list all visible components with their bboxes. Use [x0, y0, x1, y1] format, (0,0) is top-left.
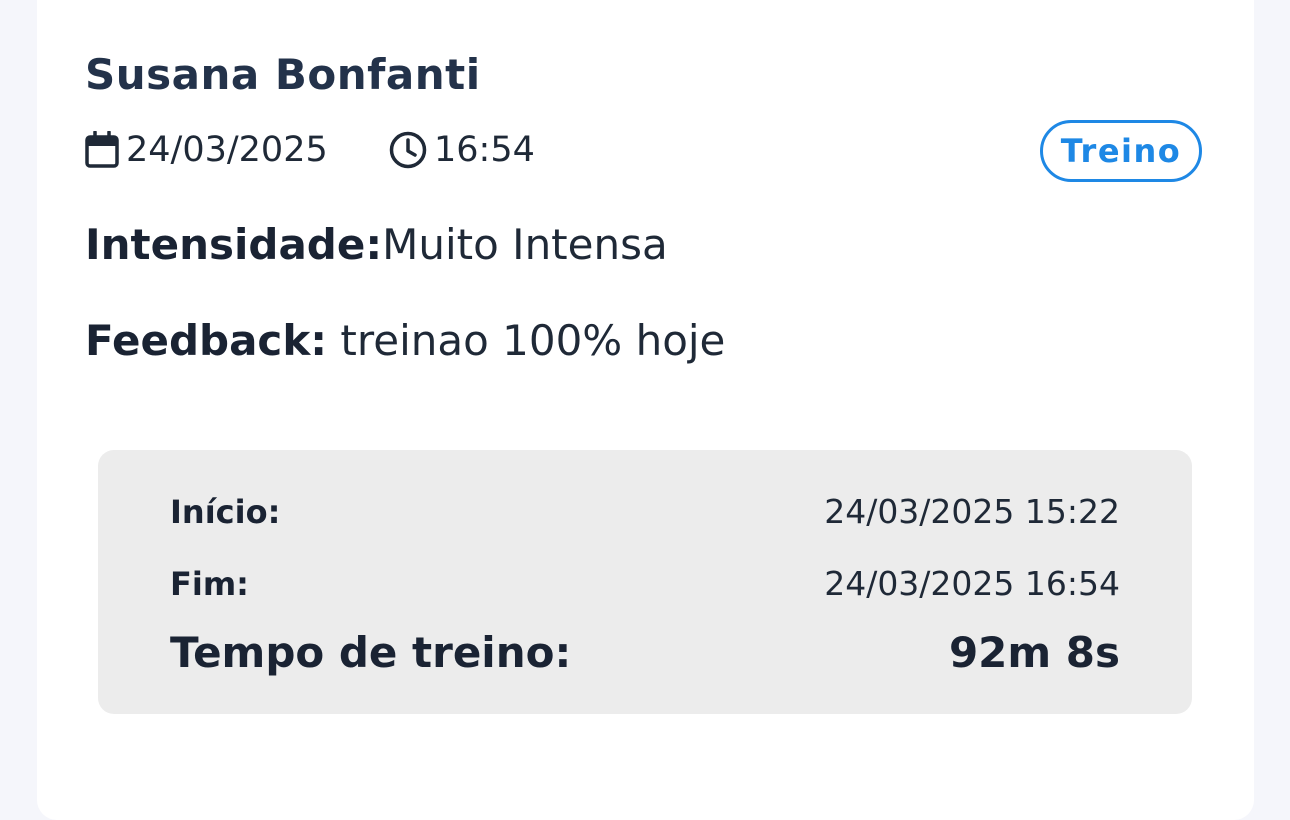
start-value: 24/03/2025 15:22 [824, 492, 1120, 531]
end-label: Fim: [170, 565, 249, 603]
activity-type-badge: Treino [1040, 120, 1202, 182]
training-summary-box: Início: 24/03/2025 15:22 Fim: 24/03/2025… [98, 450, 1192, 714]
athlete-name: Susana Bonfanti [85, 50, 481, 99]
clock-icon [389, 131, 427, 169]
feedback-value: treinao 100% hoje [340, 316, 726, 365]
date-text: 24/03/2025 [126, 130, 328, 170]
duration-value: 92m 8s [948, 628, 1120, 677]
intensity-value: Muito Intensa [382, 220, 668, 269]
time-info: 16:54 [388, 128, 535, 172]
start-label: Início: [170, 493, 281, 531]
feedback-line: Feedback: treinao 100% hoje [85, 316, 725, 365]
intensity-line: Intensidade:Muito Intensa [85, 220, 668, 269]
date-info: 24/03/2025 [84, 128, 328, 172]
calendar-icon [85, 131, 119, 168]
feedback-label: Feedback: [85, 316, 328, 365]
duration-label: Tempo de treino: [170, 628, 572, 677]
time-text: 16:54 [434, 130, 535, 170]
end-value: 24/03/2025 16:54 [824, 564, 1120, 603]
intensity-label: Intensidade: [85, 220, 383, 269]
start-row: Início: 24/03/2025 15:22 [170, 492, 1120, 531]
duration-row: Tempo de treino: 92m 8s [170, 628, 1120, 677]
end-row: Fim: 24/03/2025 16:54 [170, 564, 1120, 603]
